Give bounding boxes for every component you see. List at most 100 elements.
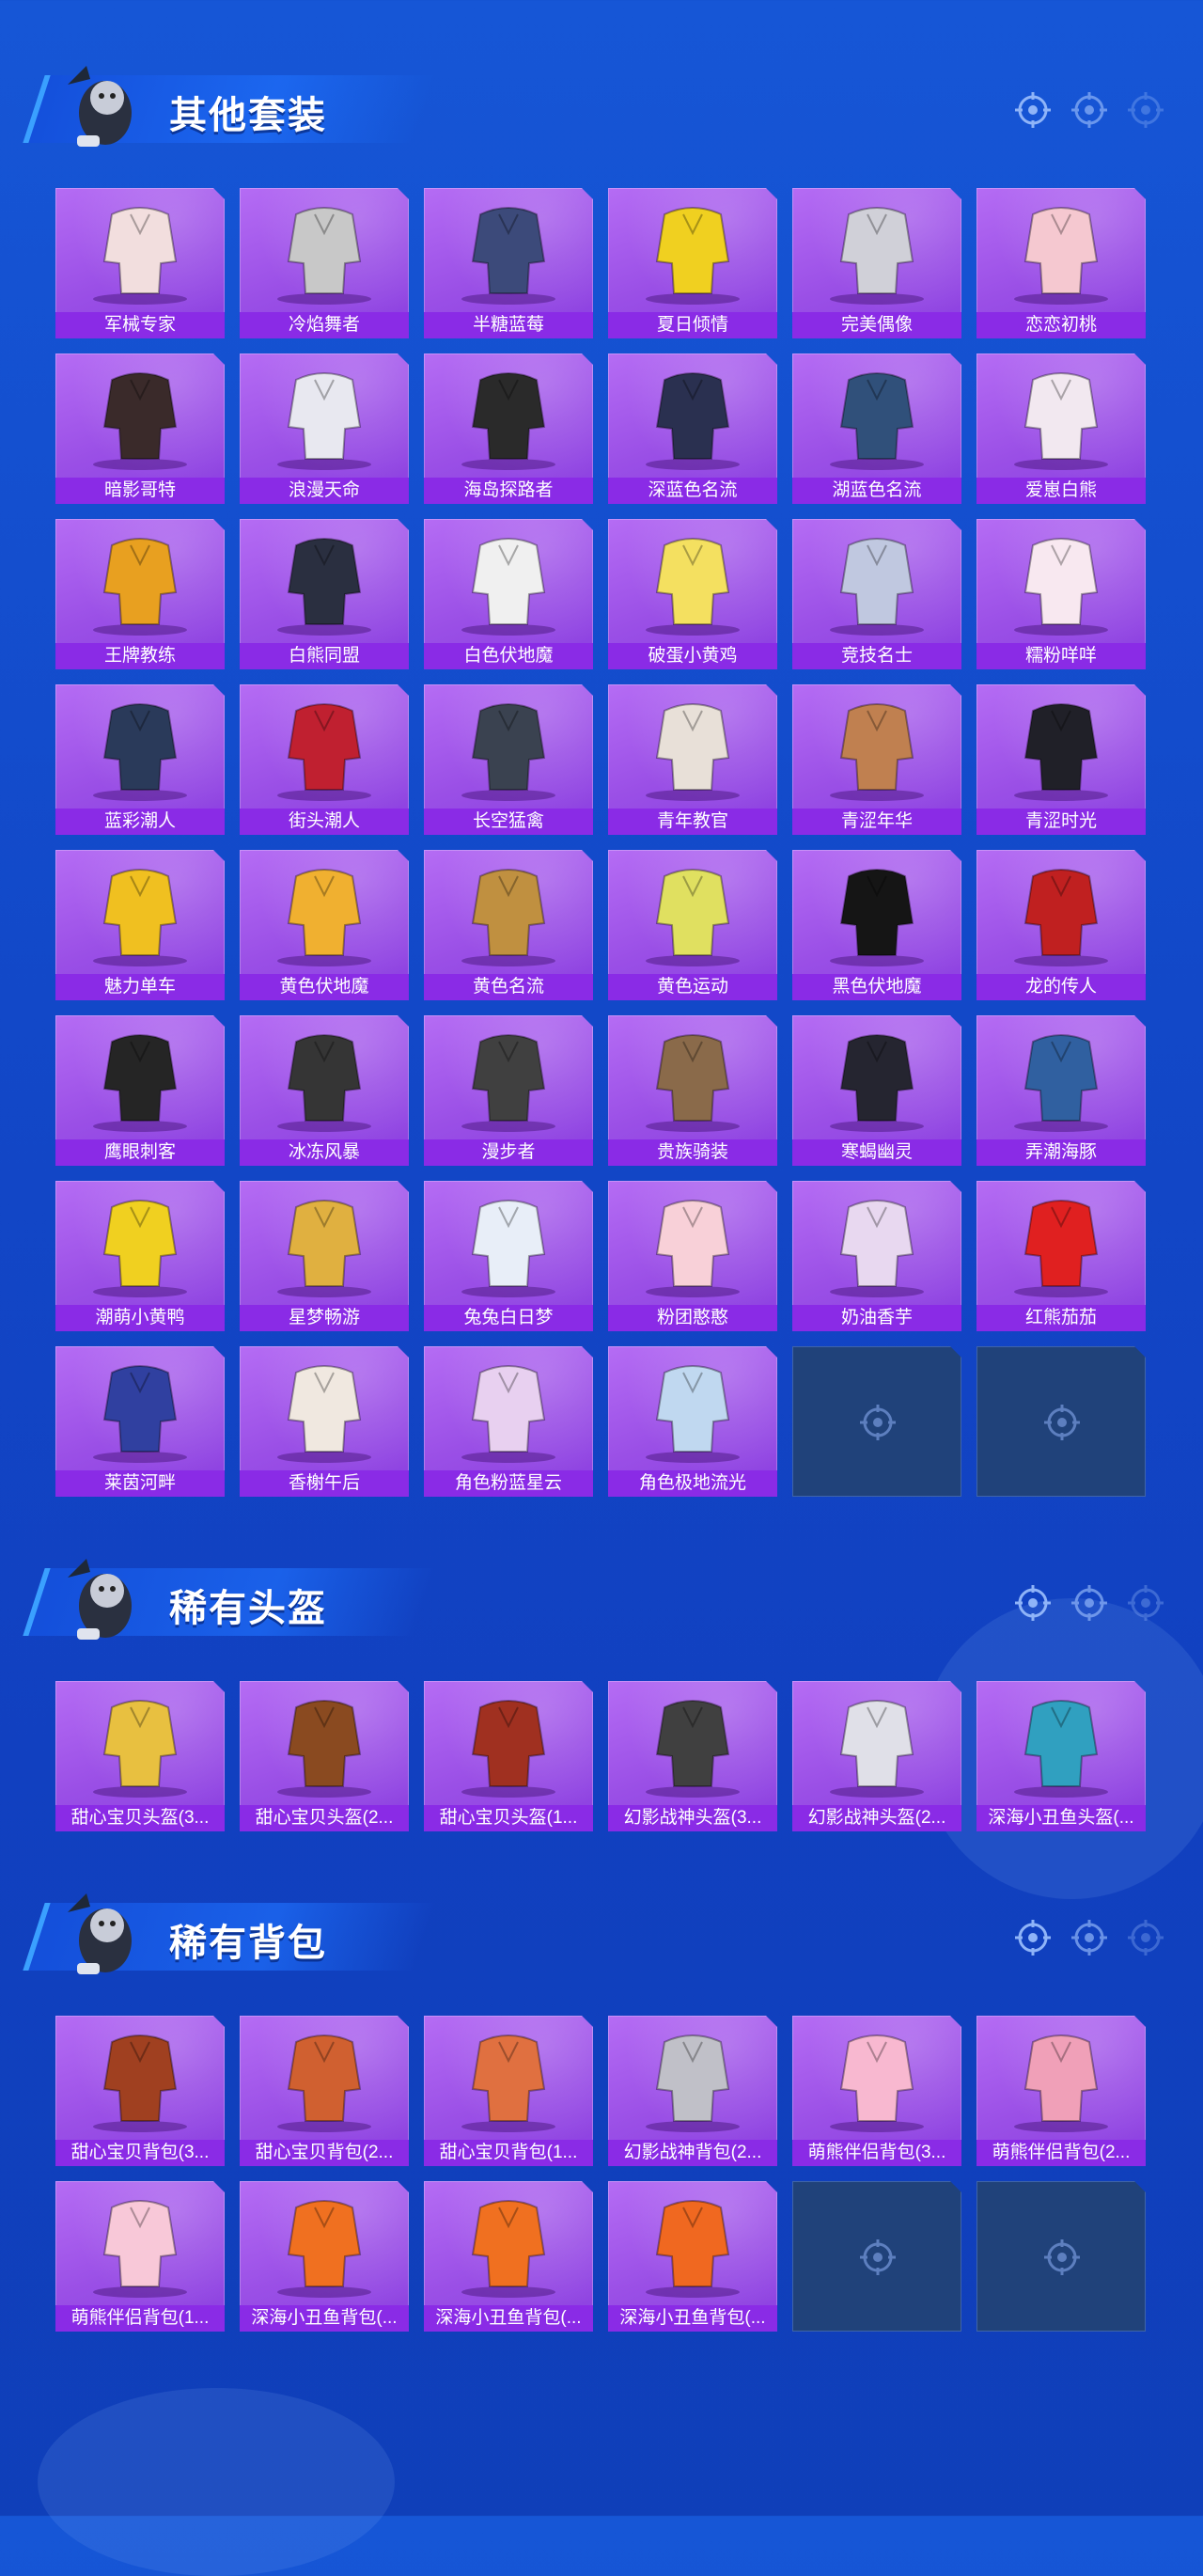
item-label: 深海小丑鱼背包(... xyxy=(608,2305,777,2332)
item-card[interactable]: 恋恋初桃 xyxy=(976,188,1146,338)
item-image xyxy=(646,207,740,305)
item-card[interactable]: 夏日倾情 xyxy=(608,188,777,338)
item-card[interactable]: 弄潮海豚 xyxy=(976,1015,1146,1166)
item-label: 深海小丑鱼头盔(... xyxy=(976,1805,1146,1831)
item-label: 王牌教练 xyxy=(55,643,225,669)
item-label: 白熊同盟 xyxy=(240,643,409,669)
item-grid-helmets: 甜心宝贝头盔(3... 甜心宝贝头盔(2... 甜心宝贝头盔(1... 幻影战神头盔(… xyxy=(55,1681,1146,1831)
item-card[interactable]: 青年教官 xyxy=(608,684,777,835)
item-label: 浪漫天命 xyxy=(240,478,409,504)
item-card[interactable]: 甜心宝贝背包(1... xyxy=(424,2016,593,2166)
item-card[interactable]: 竞技名士 xyxy=(792,519,961,669)
item-card[interactable]: 甜心宝贝背包(3... xyxy=(55,2016,225,2166)
item-card[interactable]: 奶油香芋 xyxy=(792,1181,961,1331)
item-card[interactable]: 潮萌小黄鸭 xyxy=(55,1181,225,1331)
item-card[interactable]: 贵族骑装 xyxy=(608,1015,777,1166)
item-card[interactable]: 冰冻风暴 xyxy=(240,1015,409,1166)
item-card[interactable]: 黄色运动 xyxy=(608,850,777,1000)
item-label: 青年教官 xyxy=(608,809,777,835)
item-card[interactable]: 爱崽白熊 xyxy=(976,353,1146,504)
item-label: 爱崽白熊 xyxy=(976,478,1146,504)
item-label: 角色极地流光 xyxy=(608,1470,777,1497)
item-label: 萌熊伴侣背包(1... xyxy=(55,2305,225,2332)
item-image xyxy=(646,869,740,966)
item-card[interactable]: 黑色伏地魔 xyxy=(792,850,961,1000)
crosshair-icon xyxy=(860,2239,896,2275)
item-grid-backpacks: 甜心宝贝背包(3... 甜心宝贝背包(2... 甜心宝贝背包(1... 幻影战神背包(… xyxy=(55,2016,1146,2332)
item-card[interactable]: 萌熊伴侣背包(1... xyxy=(55,2181,225,2332)
item-label: 甜心宝贝背包(1... xyxy=(424,2140,593,2166)
item-card[interactable]: 冷焰舞者 xyxy=(240,188,409,338)
item-card[interactable]: 暗影哥特 xyxy=(55,353,225,504)
item-card[interactable]: 街头潮人 xyxy=(240,684,409,835)
item-label: 半糖蓝莓 xyxy=(424,312,593,338)
section-title: 稀有背包 xyxy=(169,1923,327,1964)
item-image xyxy=(830,372,924,470)
item-card[interactable]: 香榭午后 xyxy=(240,1346,409,1497)
item-image xyxy=(93,1200,187,1297)
item-card[interactable]: 鹰眼刺客 xyxy=(55,1015,225,1166)
item-card[interactable]: 幻影战神头盔(3... xyxy=(608,1681,777,1831)
item-label: 蓝彩潮人 xyxy=(55,809,225,835)
item-card[interactable]: 浪漫天命 xyxy=(240,353,409,504)
item-image xyxy=(830,1200,924,1297)
item-card[interactable]: 长空猛禽 xyxy=(424,684,593,835)
item-image xyxy=(830,703,924,801)
item-card[interactable]: 莱茵河畔 xyxy=(55,1346,225,1497)
item-label: 甜心宝贝头盔(2... xyxy=(240,1805,409,1831)
item-card[interactable]: 萌熊伴侣背包(2... xyxy=(976,2016,1146,2166)
item-card[interactable]: 糯粉咩咩 xyxy=(976,519,1146,669)
item-image xyxy=(93,2200,187,2298)
item-image xyxy=(277,1700,371,1798)
item-card[interactable]: 深海小丑鱼背包(... xyxy=(240,2181,409,2332)
item-card[interactable]: 白色伏地魔 xyxy=(424,519,593,669)
item-card[interactable]: 半糖蓝莓 xyxy=(424,188,593,338)
item-card[interactable]: 湖蓝色名流 xyxy=(792,353,961,504)
item-card[interactable]: 深海小丑鱼背包(... xyxy=(424,2181,593,2332)
item-card[interactable]: 海岛探路者 xyxy=(424,353,593,504)
empty-slot xyxy=(792,2181,961,2332)
item-image xyxy=(461,1034,555,1132)
item-card[interactable]: 深海小丑鱼背包(... xyxy=(608,2181,777,2332)
item-image xyxy=(461,372,555,470)
item-image xyxy=(93,538,187,636)
item-card[interactable]: 青涩时光 xyxy=(976,684,1146,835)
item-card[interactable]: 萌熊伴侣背包(3... xyxy=(792,2016,961,2166)
item-card[interactable]: 角色极地流光 xyxy=(608,1346,777,1497)
item-card[interactable]: 幻影战神背包(2... xyxy=(608,2016,777,2166)
item-label: 街头潮人 xyxy=(240,809,409,835)
item-card[interactable]: 青涩年华 xyxy=(792,684,961,835)
item-card[interactable]: 白熊同盟 xyxy=(240,519,409,669)
item-card[interactable]: 深海小丑鱼头盔(... xyxy=(976,1681,1146,1831)
item-card[interactable]: 漫步者 xyxy=(424,1015,593,1166)
item-card[interactable]: 兔兔白日梦 xyxy=(424,1181,593,1331)
item-image xyxy=(461,869,555,966)
item-card[interactable]: 甜心宝贝头盔(2... xyxy=(240,1681,409,1831)
item-card[interactable]: 红熊茄茄 xyxy=(976,1181,1146,1331)
item-card[interactable]: 破蛋小黄鸡 xyxy=(608,519,777,669)
item-card[interactable]: 星梦畅游 xyxy=(240,1181,409,1331)
item-card[interactable]: 黄色名流 xyxy=(424,850,593,1000)
item-card[interactable]: 黄色伏地魔 xyxy=(240,850,409,1000)
item-label: 香榭午后 xyxy=(240,1470,409,1497)
item-card[interactable]: 粉团憨憨 xyxy=(608,1181,777,1331)
mascot-icon xyxy=(68,1559,132,1640)
item-label: 幻影战神背包(2... xyxy=(608,2140,777,2166)
item-card[interactable]: 龙的传人 xyxy=(976,850,1146,1000)
item-card[interactable]: 深蓝色名流 xyxy=(608,353,777,504)
item-card[interactable]: 完美偶像 xyxy=(792,188,961,338)
item-card[interactable]: 角色粉蓝星云 xyxy=(424,1346,593,1497)
item-card[interactable]: 甜心宝贝头盔(1... xyxy=(424,1681,593,1831)
item-card[interactable]: 幻影战神头盔(2... xyxy=(792,1681,961,1831)
item-card[interactable]: 寒蝎幽灵 xyxy=(792,1015,961,1166)
item-card[interactable]: 蓝彩潮人 xyxy=(55,684,225,835)
item-card[interactable]: 魅力单车 xyxy=(55,850,225,1000)
item-label: 萌熊伴侣背包(3... xyxy=(792,2140,961,2166)
item-image xyxy=(830,538,924,636)
section-title: 其他套装 xyxy=(169,95,327,136)
item-card[interactable]: 军械专家 xyxy=(55,188,225,338)
item-card[interactable]: 甜心宝贝背包(2... xyxy=(240,2016,409,2166)
item-card[interactable]: 甜心宝贝头盔(3... xyxy=(55,1681,225,1831)
item-image xyxy=(93,372,187,470)
item-card[interactable]: 王牌教练 xyxy=(55,519,225,669)
